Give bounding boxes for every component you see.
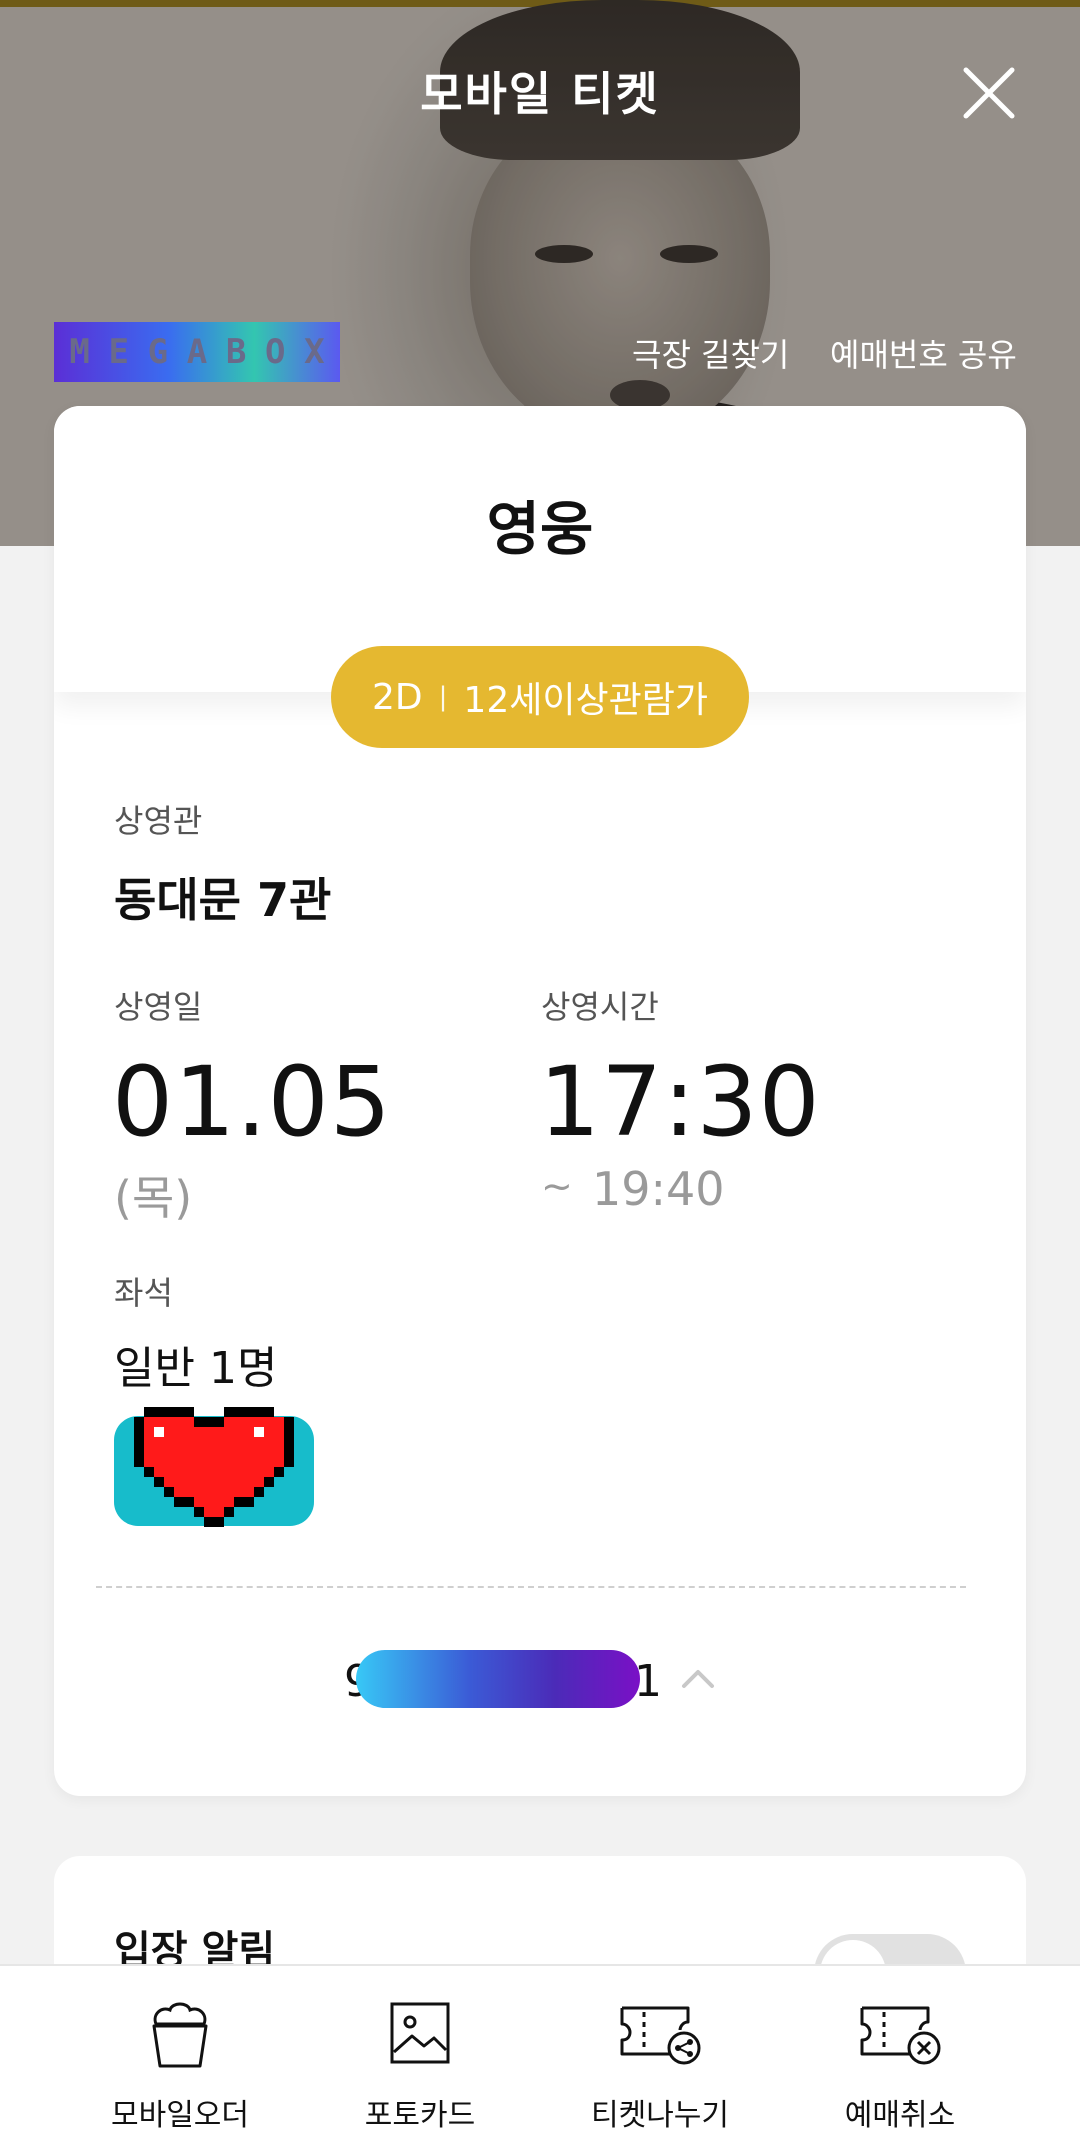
close-icon [963, 67, 1015, 119]
badge-separator: | [438, 682, 448, 712]
chevron-up-icon[interactable] [678, 1662, 718, 1692]
ticket-divider [96, 1586, 966, 1588]
start-time-value: 17:30 [539, 1046, 821, 1158]
booking-code-mask [356, 1650, 640, 1708]
tab-label: 티켓나누기 [591, 2098, 729, 2133]
format-rating-badge: 2D | 12세이상관람가 [331, 646, 749, 748]
end-time-value: 19:40 [592, 1162, 725, 1216]
seat-value: 일반 1명 [114, 1343, 278, 1394]
screen-value: 동대문 7관 [114, 873, 332, 927]
weekday-value: (목) [114, 1171, 193, 1225]
format-label: 2D [372, 676, 423, 718]
tab-label: 포토카드 [364, 2098, 476, 2133]
ticket-share-icon [620, 2006, 701, 2065]
tab-photo-card[interactable]: 포토카드 [300, 1966, 540, 2133]
ticket-card: 영웅 2D | 12세이상관람가 상영관 동대문 7관 상영일 01.05 (목… [54, 406, 1026, 1796]
logo-letter: A [186, 332, 208, 372]
logo-letter: M [69, 332, 90, 372]
tab-ticket-share[interactable]: 티켓나누기 [540, 1966, 780, 2133]
page-title: 모바일 티켓 [420, 67, 660, 121]
tab-mobile-order[interactable]: 모바일오더 [60, 1966, 300, 2133]
logo-letter: X [304, 332, 325, 372]
movie-title: 영웅 [486, 495, 594, 563]
end-time-prefix: ~ [541, 1164, 573, 1208]
bottom-tab-bar: 모바일오더 포토카드 티켓나누기 예매취소 [0, 1964, 1080, 2145]
tab-label: 모바일오더 [111, 2098, 249, 2133]
close-button[interactable] [958, 62, 1020, 124]
logo-letter: G [147, 332, 169, 372]
mobile-ticket-screen: 모바일 티켓 M E G A B O X 극장 길찾기 예매번호 공유 영웅 2… [0, 0, 1080, 2145]
booking-code-row[interactable]: 9 1 [54, 1650, 1026, 1716]
theater-directions-link[interactable]: 극장 길찾기 [632, 330, 789, 376]
tab-label: 예매취소 [844, 2098, 956, 2133]
logo-letter: E [108, 332, 129, 372]
rating-label: 12세이상관람가 [463, 680, 708, 721]
ticket-cancel-icon [860, 2006, 941, 2065]
time-label: 상영시간 [541, 988, 659, 1026]
share-booking-number-link[interactable]: 예매번호 공유 [830, 330, 1017, 376]
logo-letter: O [265, 332, 286, 372]
seat-label: 좌석 [114, 1274, 173, 1312]
screen-label: 상영관 [114, 802, 203, 840]
megabox-logo: M E G A B O X [54, 322, 340, 382]
image-icon [390, 2002, 450, 2064]
heart-icon [134, 1407, 294, 1527]
tab-cancel-booking[interactable]: 예매취소 [780, 1966, 1020, 2133]
date-value: 01.05 [112, 1046, 392, 1158]
date-label: 상영일 [114, 988, 203, 1026]
logo-letter: B [225, 332, 247, 372]
popcorn-icon [152, 2002, 208, 2068]
